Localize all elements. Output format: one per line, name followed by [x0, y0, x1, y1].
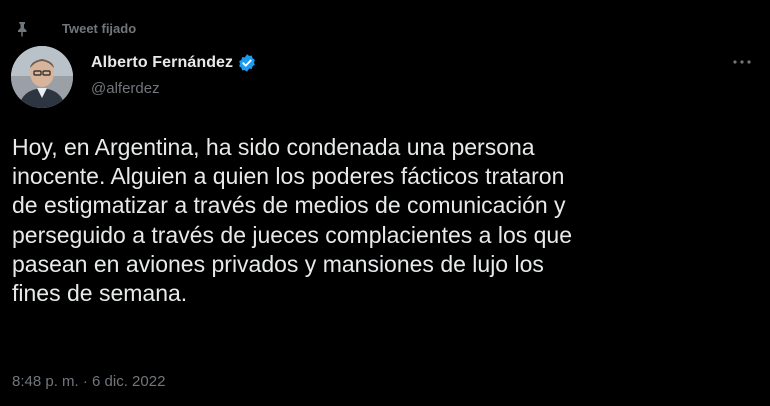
- pinned-indicator: Tweet fijado: [14, 20, 136, 38]
- verified-badge-icon: [237, 53, 257, 73]
- pinned-label: Tweet fijado: [62, 21, 137, 36]
- tweet-text: Hoy, en Argentina, ha sido condenada una…: [12, 134, 573, 307]
- display-name[interactable]: Alberto Fernández: [91, 54, 233, 72]
- author-name-row[interactable]: Alberto Fernández: [91, 52, 257, 74]
- pin-icon: [14, 21, 30, 37]
- tweet-timestamp[interactable]: 8:48 p. m. · 6 dic. 2022: [12, 373, 165, 390]
- avatar[interactable]: [11, 46, 73, 108]
- more-options-icon[interactable]: [730, 54, 754, 70]
- author-handle[interactable]: @alferdez: [91, 80, 160, 97]
